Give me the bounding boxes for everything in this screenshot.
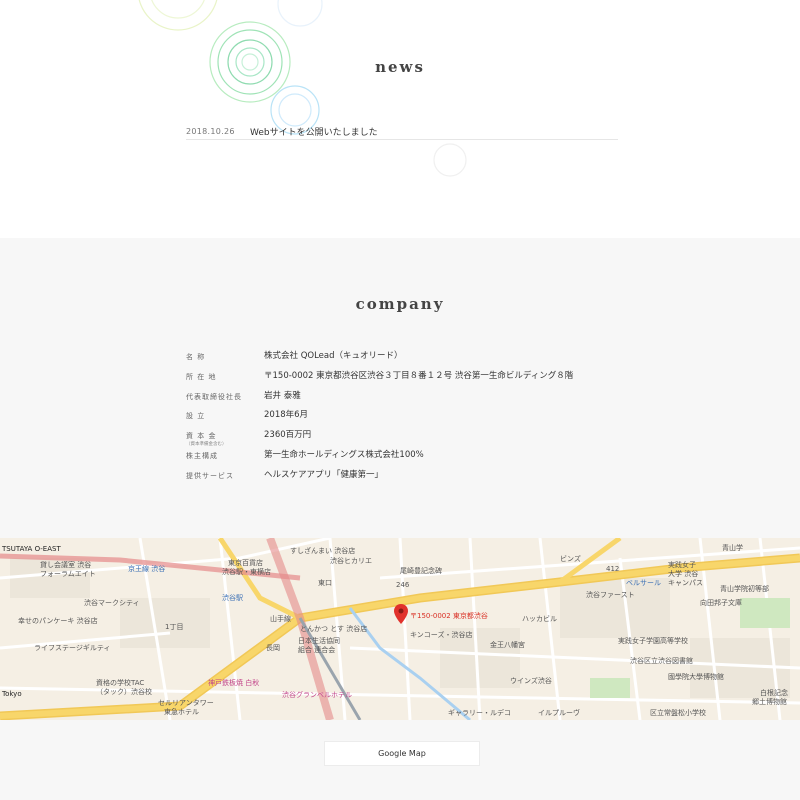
map-label: 金王八幡宮 — [490, 641, 525, 649]
info-label: 株主構成 — [186, 451, 218, 460]
map-label: ベルサール — [626, 579, 661, 587]
map-label: 山手線 — [270, 615, 291, 623]
info-row-name: 名 称 株式会社 QOLead（キュオリード） — [186, 350, 626, 370]
info-label: 所 在 地 — [186, 372, 217, 381]
map-label: （タック）渋谷校 — [96, 688, 152, 696]
map-label: 渋谷グランベルホテル — [282, 691, 352, 699]
news-divider — [186, 139, 618, 140]
info-label: 名 称 — [186, 353, 206, 361]
info-value: 第一生命ホールディングス株式会社100% — [264, 449, 424, 460]
info-value: 岩井 泰雅 — [264, 390, 301, 401]
map-label: ウインズ渋谷 — [510, 677, 552, 685]
info-label: 提供サービス — [186, 471, 234, 480]
map-label: 長岡 — [266, 644, 280, 652]
map-label: ライフステージギルティ — [34, 644, 111, 652]
map-label: 尾崎豊記念碑 — [400, 567, 442, 575]
info-label: 資 本 金 （資本準備金含む） — [186, 429, 264, 448]
company-heading: company — [355, 295, 445, 313]
map-label: 青山学院初等部 — [720, 585, 769, 593]
map-label: 青山学 — [722, 544, 743, 552]
company-info-table: 名 称 株式会社 QOLead（キュオリード） 所 在 地 〒150-0002 … — [186, 350, 626, 489]
map-label: 郷土博物館 — [752, 698, 787, 706]
info-value: ヘルスケアアプリ「健康第一」 — [264, 469, 384, 480]
map-pin-label: 〒150-0002 東京都渋谷 — [410, 612, 488, 620]
info-row-capital: 資 本 金 （資本準備金含む） 2360百万円 — [186, 429, 626, 449]
map-label: 412 — [606, 565, 620, 573]
news-heading: news — [375, 58, 425, 76]
map-label: 東急ホテル — [164, 708, 199, 716]
map-label: 渋谷駅・東横店 — [222, 568, 271, 576]
map-label: フォーラムエイト — [40, 570, 96, 578]
map-label: キンコーズ・渋谷店 — [410, 631, 473, 639]
map-label: ビンズ — [560, 555, 581, 563]
map-label: すしざんまい 渋谷店 — [290, 547, 356, 555]
map-label: 渋谷ファースト — [586, 591, 635, 599]
map-label: 渋谷マークシティ — [84, 599, 140, 607]
map-label: 京王線 渋谷 — [128, 565, 166, 573]
map-label: 246 — [396, 581, 410, 589]
map-label: 1丁目 — [165, 623, 184, 631]
info-row-address: 所 在 地 〒150-0002 東京都渋谷区渋谷３丁目８番１２号 渋谷第一生命ビ… — [186, 370, 626, 390]
company-section: company 名 称 株式会社 QOLead（キュオリード） 所 在 地 〒1… — [0, 238, 800, 800]
info-row-founded: 設 立 2018年6月 — [186, 409, 626, 429]
map-label: 渋谷駅 — [222, 594, 243, 602]
map-label: 実践女子学園高等学校 — [618, 637, 688, 645]
map-label: 渋谷区立渋谷図書館 — [630, 657, 693, 665]
map-label: 東口 — [318, 579, 332, 587]
news-item[interactable]: 2018.10.26 Webサイトを公開いたしました — [186, 121, 618, 141]
info-value: 株式会社 QOLead（キュオリード） — [264, 351, 403, 361]
news-section: news 2018.10.26 Webサイトを公開いたしました — [0, 0, 800, 238]
map-label: Tokyo — [2, 690, 22, 698]
google-map-button[interactable]: Google Map — [324, 741, 480, 766]
info-row-ceo: 代表取締役社長 岩井 泰雅 — [186, 390, 626, 410]
map-label: 國學院大學博物館 — [668, 673, 724, 681]
map-label: 神戸鉄板焼 白秋 — [208, 679, 260, 687]
map-label: キャンパス — [668, 579, 703, 587]
info-label-text: 資 本 金 — [186, 432, 217, 441]
news-date: 2018.10.26 — [186, 126, 235, 136]
map-label: ギャラリー・ルデコ — [448, 709, 511, 717]
location-pin-icon[interactable] — [394, 604, 408, 624]
info-label: 設 立 — [186, 412, 206, 421]
embedded-map[interactable]: 〒150-0002 東京都渋谷 TSUTAYA O-EAST 貸し会議室 渋谷 … — [0, 538, 800, 720]
info-sublabel: （資本準備金含む） — [186, 442, 227, 448]
map-label: とんかつ とす 渋谷店 — [300, 625, 368, 633]
map-label: 渋谷ヒカリエ — [330, 557, 372, 565]
info-value: 2360百万円 — [264, 430, 312, 441]
info-label: 代表取締役社長 — [186, 392, 242, 401]
map-label: 組合 連合会 — [298, 646, 336, 654]
map-label: イルプルーヴ — [538, 709, 580, 717]
info-value: 〒150-0002 東京都渋谷区渋谷３丁目８番１２号 渋谷第一生命ビルディング８… — [264, 370, 574, 381]
map-label: 幸せのパンケーキ 渋谷店 — [18, 617, 98, 625]
map-label: 区立常盤松小学校 — [650, 709, 706, 717]
map-label: ハッカビル — [522, 615, 557, 623]
news-link[interactable]: Webサイトを公開いたしました — [250, 125, 378, 138]
info-value: 2018年6月 — [264, 410, 309, 421]
map-label: TSUTAYA O-EAST — [2, 545, 61, 553]
map-label: 向田邦子文庫 — [700, 599, 742, 607]
info-row-service: 提供サービス ヘルスケアアプリ「健康第一」 — [186, 469, 626, 489]
info-row-shareholders: 株主構成 第一生命ホールディングス株式会社100% — [186, 449, 626, 469]
circle-decoration — [138, 0, 467, 177]
